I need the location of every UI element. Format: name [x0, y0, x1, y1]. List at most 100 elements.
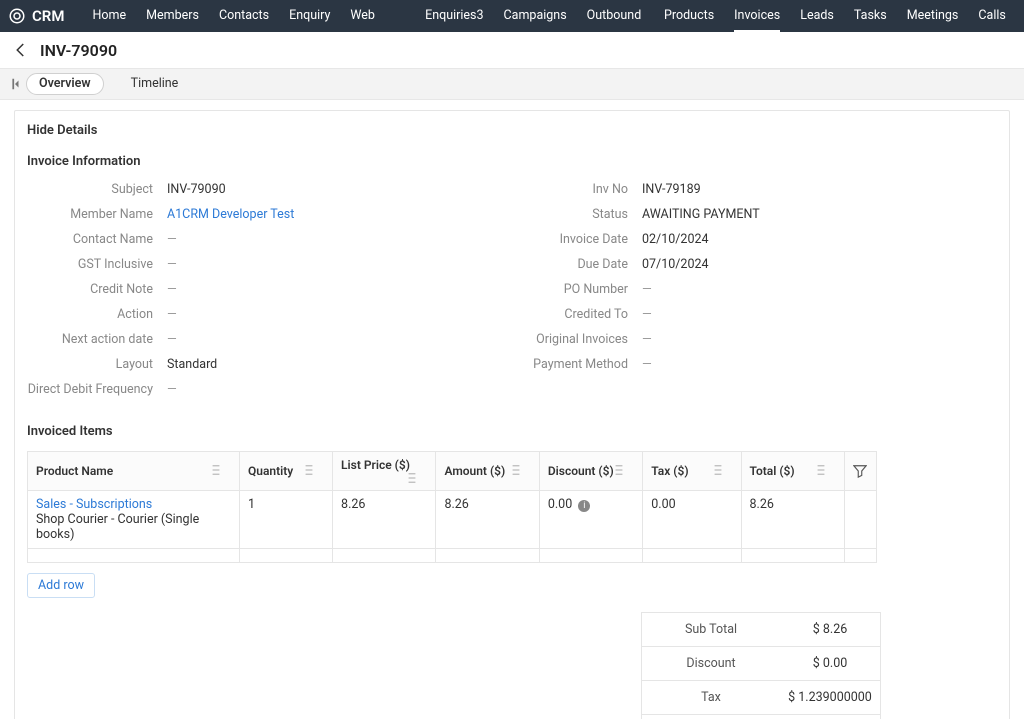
column-drag-icon[interactable]	[713, 464, 733, 476]
nav-item-meetings[interactable]: Meetings	[907, 0, 959, 32]
top-nav: CRM Home Members Contacts Enquiry notes Web …	[0, 0, 1024, 32]
totals-row: Tax$ 1.239000000	[642, 681, 880, 715]
field-label: Inv No	[512, 182, 642, 197]
field-value: —	[642, 282, 652, 297]
nav-item-enquiry-notes[interactable]: Enquiry notes	[289, 0, 330, 32]
field-row: SubjectINV-79090	[27, 177, 512, 202]
field-value: —	[642, 357, 652, 372]
page-title: INV-79090	[40, 41, 117, 60]
totals-value: $ 1.239000000	[780, 690, 880, 705]
back-arrow-icon[interactable]	[12, 41, 30, 59]
product-link[interactable]: Sales - Subscriptions	[36, 497, 231, 512]
subtabs: Overview Timeline	[0, 68, 1024, 100]
field-label: Credit Note	[27, 282, 167, 297]
cell-quantity: 1	[239, 491, 332, 549]
field-row: Member NameA1CRM Developer Test	[27, 202, 512, 227]
nav-item-invoices[interactable]: Invoices	[734, 0, 780, 32]
totals-row: Adjustment$ 0.00	[642, 715, 880, 719]
column-drag-icon[interactable]	[511, 464, 531, 476]
nav-item-products[interactable]: Products	[664, 0, 714, 32]
column-header[interactable]: Quantity	[239, 452, 332, 491]
field-value: INV-79090	[167, 182, 226, 197]
totals-row: Sub Total$ 8.26	[642, 613, 880, 647]
content-area: Hide Details Invoice Information Subject…	[0, 100, 1024, 719]
nav-item-enquiries3[interactable]: Enquiries3	[425, 0, 483, 32]
details-left-column: SubjectINV-79090Member NameA1CRM Develop…	[27, 177, 512, 402]
hide-details-toggle[interactable]: Hide Details	[15, 111, 1009, 144]
field-row: Due Date07/10/2024	[512, 252, 997, 277]
section-invoice-info: Invoice Information	[15, 144, 1009, 171]
field-label: Member Name	[27, 207, 167, 222]
nav-item-calls[interactable]: Calls	[978, 0, 1005, 32]
field-label: Payment Method	[512, 357, 642, 372]
column-drag-icon[interactable]	[211, 464, 231, 476]
field-value: —	[167, 307, 177, 322]
tab-timeline[interactable]: Timeline	[118, 73, 192, 95]
totals-row: Discount$ 0.00	[642, 647, 880, 681]
column-drag-icon[interactable]	[614, 464, 634, 476]
column-header[interactable]: Total ($)	[741, 452, 844, 491]
field-label: Next action date	[27, 332, 167, 347]
field-label: Action	[27, 307, 167, 322]
field-row: GST Inclusive—	[27, 252, 512, 277]
column-header[interactable]: Discount ($)	[539, 452, 642, 491]
nav-item-home[interactable]: Home	[92, 0, 126, 32]
nav-item-outbound-messages[interactable]: Outbound Messages	[587, 0, 644, 32]
nav-item-contacts[interactable]: Contacts	[219, 0, 269, 32]
cell-list-price: 8.26	[333, 491, 436, 549]
invoiced-items-title: Invoiced Items	[27, 416, 997, 447]
column-drag-icon[interactable]	[304, 464, 324, 476]
field-label: Credited To	[512, 307, 642, 322]
cell-discount: 0.00 i	[539, 491, 642, 549]
field-value: AWAITING PAYMENT	[642, 207, 760, 222]
field-label: PO Number	[512, 282, 642, 297]
field-label: Invoice Date	[512, 232, 642, 247]
invoice-card: Hide Details Invoice Information Subject…	[14, 110, 1010, 719]
field-label: Subject	[27, 182, 167, 197]
column-header[interactable]: Product Name	[28, 452, 240, 491]
field-row: Action—	[27, 302, 512, 327]
column-header[interactable]: Amount ($)	[436, 452, 539, 491]
filter-button[interactable]	[844, 452, 876, 491]
nav-item-leads[interactable]: Leads	[800, 0, 834, 32]
brand-label: CRM	[32, 7, 64, 25]
field-value: —	[642, 307, 652, 322]
totals-box: Sub Total$ 8.26Discount$ 0.00Tax$ 1.2390…	[641, 612, 881, 719]
field-row: LayoutStandard	[27, 352, 512, 377]
totals-label: Sub Total	[642, 622, 780, 637]
product-description: Shop Courier - Courier (Single books)	[36, 512, 231, 542]
nav-item-tasks[interactable]: Tasks	[854, 0, 887, 32]
crm-logo-icon	[8, 7, 26, 25]
panel-collapse-icon[interactable]	[10, 77, 20, 91]
cell-tax: 0.00	[643, 491, 741, 549]
column-header[interactable]: List Price ($)	[333, 452, 436, 491]
field-value: —	[167, 257, 177, 272]
field-value[interactable]: A1CRM Developer Test	[167, 207, 294, 222]
field-value: Standard	[167, 357, 217, 372]
invoiced-items-table: Product NameQuantityList Price ($)Amount…	[27, 451, 877, 563]
field-label: Due Date	[512, 257, 642, 272]
nav-item-members[interactable]: Members	[146, 0, 199, 32]
field-value: —	[167, 282, 177, 297]
table-row: Sales - Subscriptions Shop Courier - Cou…	[28, 491, 877, 549]
field-value: —	[642, 332, 652, 347]
table-empty-row	[28, 549, 877, 563]
column-header[interactable]: Tax ($)	[643, 452, 741, 491]
totals-value: $ 0.00	[780, 656, 880, 671]
field-value: 02/10/2024	[642, 232, 709, 247]
nav-item-campaigns[interactable]: Campaigns	[504, 0, 567, 32]
add-row-button[interactable]: Add row	[27, 573, 95, 598]
cell-amount: 8.26	[436, 491, 539, 549]
field-label: Original Invoices	[512, 332, 642, 347]
totals-label: Discount	[642, 656, 780, 671]
column-drag-icon[interactable]	[816, 464, 836, 476]
field-value: 07/10/2024	[642, 257, 709, 272]
nav-item-web-enquiries-[interactable]: Web Enquiries.	[350, 0, 405, 32]
field-label: Direct Debit Frequency	[27, 382, 167, 397]
info-icon[interactable]: i	[578, 500, 590, 512]
field-label: Layout	[27, 357, 167, 372]
field-label: GST Inclusive	[27, 257, 167, 272]
tab-overview[interactable]: Overview	[26, 73, 104, 95]
field-value: —	[167, 382, 177, 397]
column-drag-icon[interactable]	[407, 472, 427, 484]
